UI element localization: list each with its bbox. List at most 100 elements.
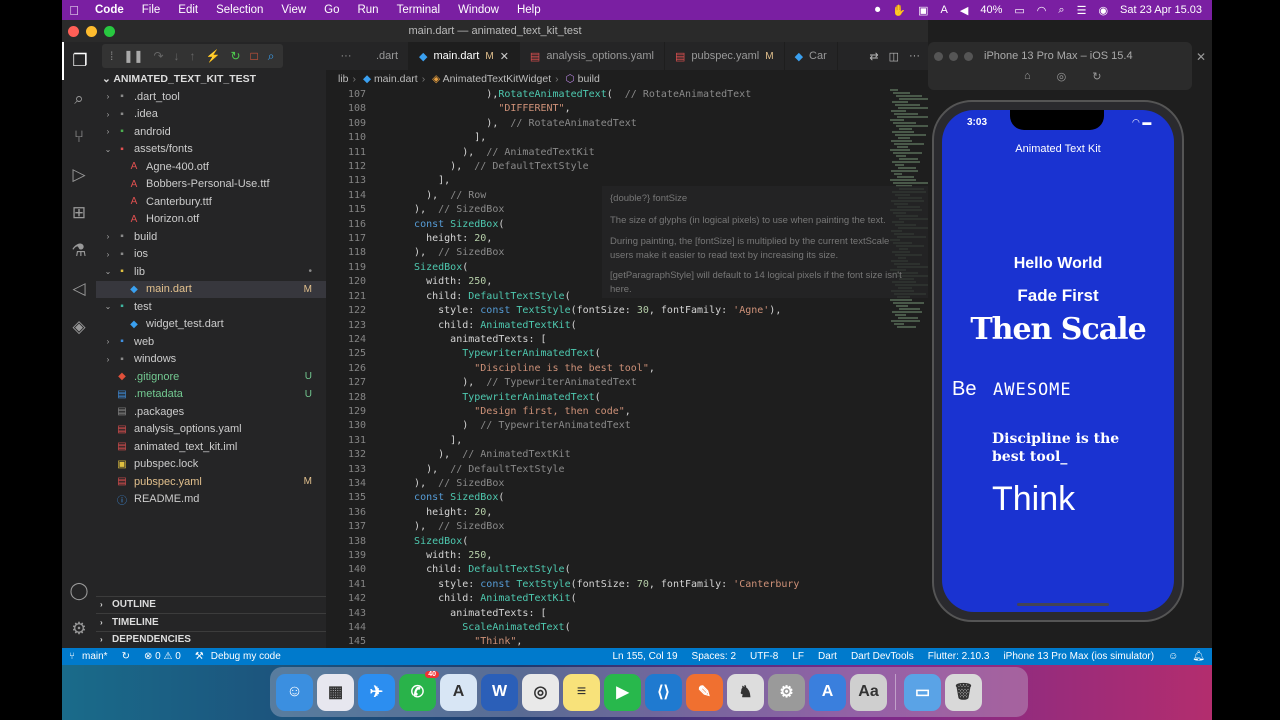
code-line[interactable]: 126 "Discipline is the best tool",: [326, 362, 928, 376]
code-line[interactable]: 135 const SizedBox(: [326, 491, 928, 505]
minimize-icon[interactable]: [949, 52, 958, 61]
notifications-icon[interactable]: 🔔︎: [1192, 651, 1205, 662]
code-line[interactable]: 132 ), // AnimatedTextKit: [326, 448, 928, 462]
screen-icon[interactable]: ▣: [918, 4, 928, 17]
safari-app-icon[interactable]: ✈: [358, 673, 395, 711]
compare-icon[interactable]: ⇄: [869, 50, 878, 63]
menu-view[interactable]: View: [281, 4, 306, 16]
tree-item[interactable]: ▣ pubspec.lock: [96, 456, 326, 474]
drag-handle-icon[interactable]: ⁞: [110, 49, 113, 63]
postman-app-icon[interactable]: ✎: [686, 673, 723, 711]
translate-icon[interactable]: A: [941, 4, 948, 16]
menubar-datetime[interactable]: Sat 23 Apr 15.03: [1120, 4, 1202, 16]
device-selector[interactable]: iPhone 13 Pro Max (ios simulator): [1003, 651, 1154, 662]
tree-item[interactable]: A Agne-400.otf: [96, 158, 326, 176]
close-tab-icon[interactable]: ✕: [500, 50, 509, 63]
menu-terminal[interactable]: Terminal: [397, 4, 440, 16]
home-indicator[interactable]: [1017, 603, 1109, 606]
finder-app-icon[interactable]: ☺: [276, 673, 313, 711]
close-icon[interactable]: [934, 52, 943, 61]
branch-name[interactable]: main*: [82, 651, 108, 662]
menu-go[interactable]: Go: [324, 4, 339, 16]
language-mode[interactable]: Dart: [818, 651, 837, 662]
code-line[interactable]: 136 height: 20,: [326, 506, 928, 520]
step-over-icon[interactable]: ↷: [153, 49, 163, 63]
code-line[interactable]: 131 ],: [326, 434, 928, 448]
code-line[interactable]: 143 animatedTexts: [: [326, 607, 928, 621]
code-line[interactable]: 128 TypewriterAnimatedText(: [326, 391, 928, 405]
apple-icon[interactable]: : [62, 3, 86, 18]
menu-run[interactable]: Run: [357, 4, 378, 16]
code-line[interactable]: 133 ), // DefaultTextStyle: [326, 463, 928, 477]
code-line[interactable]: 110 ],: [326, 131, 928, 145]
rotate-icon[interactable]: ↻: [1092, 70, 1101, 83]
chrome-app-icon[interactable]: ◎: [522, 673, 559, 711]
code-line[interactable]: 112 ), // DefaultTextStyle: [326, 160, 928, 174]
stop-icon[interactable]: □: [251, 49, 258, 63]
maximize-icon[interactable]: [964, 52, 973, 61]
feedback-icon[interactable]: ☺: [1168, 651, 1178, 662]
tree-item[interactable]: ◆ widget_test.dart: [96, 316, 326, 334]
breadcrumb-item[interactable]: lib: [338, 73, 349, 85]
tree-item[interactable]: › ▪ windows: [96, 351, 326, 369]
trash-app-icon[interactable]: 🗑: [945, 673, 982, 711]
downloads-app-icon[interactable]: ▭: [904, 673, 941, 711]
tree-item[interactable]: › ▪ .dart_tool: [96, 88, 326, 106]
maximize-icon[interactable]: [104, 26, 115, 37]
tree-item[interactable]: ⌄ ▪ test: [96, 298, 326, 316]
tree-item[interactable]: ⌄ ▪ assets/fonts: [96, 141, 326, 159]
source-control-icon[interactable]: ⑂: [62, 118, 96, 156]
volume-icon[interactable]: ◀: [960, 4, 968, 17]
devtools-button[interactable]: Dart DevTools: [851, 651, 914, 662]
tree-item[interactable]: A Horizon.otf: [96, 211, 326, 229]
tree-item[interactable]: ⌄ ▪ lib •: [96, 263, 326, 281]
menu-help[interactable]: Help: [517, 4, 541, 16]
hot-reload-icon[interactable]: ⚡: [206, 49, 221, 63]
run-debug-icon[interactable]: ▷: [62, 156, 96, 194]
code-line[interactable]: 137 ), // SizedBox: [326, 520, 928, 534]
tree-item[interactable]: ▤ pubspec.yaml M: [96, 473, 326, 491]
explorer-icon[interactable]: ❐: [62, 42, 96, 80]
simulator-app-icon[interactable]: A: [809, 673, 846, 711]
line-ending[interactable]: LF: [792, 651, 804, 662]
menu-edit[interactable]: Edit: [178, 4, 198, 16]
tree-item[interactable]: ◆ .gitignore U: [96, 368, 326, 386]
code-line[interactable]: 134 ), // SizedBox: [326, 477, 928, 491]
tree-item[interactable]: ⓘ README.md: [96, 491, 326, 509]
ichat-app-icon[interactable]: A: [440, 673, 477, 711]
code-line[interactable]: 129 "Design first, then code",: [326, 405, 928, 419]
section-outline[interactable]: › OUTLINE: [96, 595, 326, 614]
flutter-version[interactable]: Flutter: 2.10.3: [928, 651, 990, 662]
code-line[interactable]: 123 child: AnimatedTextKit(: [326, 319, 928, 333]
code-line[interactable]: 140 child: DefaultTextStyle(: [326, 563, 928, 577]
screenshot-icon[interactable]: ◎: [1057, 70, 1067, 83]
search-icon[interactable]: ⌕: [1058, 4, 1064, 17]
testing-icon[interactable]: ⚗: [62, 232, 96, 270]
user-icon[interactable]: ◉: [1098, 4, 1108, 17]
vscode-app-icon[interactable]: ⟨⟩: [645, 673, 682, 711]
inspect-icon[interactable]: ⌕: [268, 49, 275, 64]
account-icon[interactable]: ◯: [62, 572, 96, 610]
tab-pubspec-yaml[interactable]: ▤ pubspec.yaml M: [665, 42, 785, 70]
more-tabs-icon[interactable]: ···: [326, 42, 366, 70]
code-line[interactable]: 109 ), // RotateAnimatedText: [326, 117, 928, 131]
code-line[interactable]: 138 SizedBox(: [326, 535, 928, 549]
restart-icon[interactable]: ↻: [230, 49, 240, 63]
code-line[interactable]: 107 ),RotateAnimatedText( // RotateAnima…: [326, 88, 928, 102]
tree-item[interactable]: A Canterbury.ttf: [96, 193, 326, 211]
code-line[interactable]: 127 ), // TypewriterAnimatedText: [326, 376, 928, 390]
settings-gear-icon[interactable]: ⚙: [62, 610, 96, 648]
code-line[interactable]: 139 width: 250,: [326, 549, 928, 563]
tree-item[interactable]: ▤ analysis_options.yaml: [96, 421, 326, 439]
code-line[interactable]: 125 TypewriterAnimatedText(: [326, 347, 928, 361]
tree-item[interactable]: ▤ animated_text_kit.iml: [96, 438, 326, 456]
menu-window[interactable]: Window: [458, 4, 499, 16]
tree-item[interactable]: ▤ .metadata U: [96, 386, 326, 404]
menu-file[interactable]: File: [142, 4, 161, 16]
sequel-app-icon[interactable]: ♞: [727, 673, 764, 711]
remote-icon[interactable]: ◈: [62, 308, 96, 346]
breadcrumb-item[interactable]: build: [578, 73, 600, 85]
gesture-icon[interactable]: ✋: [892, 4, 906, 17]
tree-item[interactable]: › ▪ ios: [96, 246, 326, 264]
code-line[interactable]: 122 style: const TextStyle(fontSize: 30,…: [326, 304, 928, 318]
